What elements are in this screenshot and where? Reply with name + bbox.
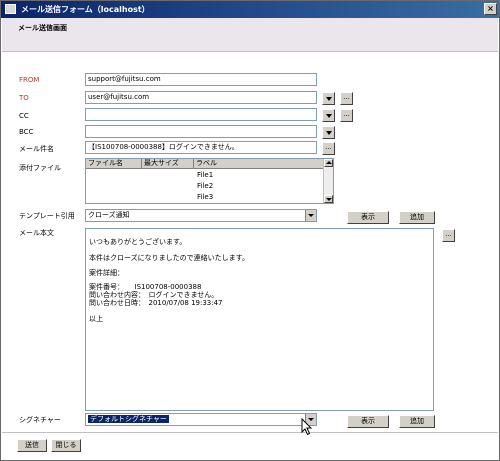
chevron-down-icon[interactable] <box>305 210 316 221</box>
body-line: 本件はクローズになりましたので連絡いたします。 <box>89 254 249 262</box>
attachment-row-label[interactable]: File1 <box>197 171 213 179</box>
template-select[interactable]: クローズ通知 <box>85 209 317 222</box>
window-title: メール送信フォーム（localhost） <box>21 5 150 14</box>
column-header-label[interactable]: ラベル <box>194 159 325 169</box>
signature-select[interactable]: デフォルトシグネチャー <box>85 413 317 426</box>
signature-label: シグネチャー <box>19 416 61 424</box>
attachments-label: 添付ファイル <box>19 164 61 172</box>
close-window-button[interactable]: × <box>484 3 497 15</box>
body-line: 問い合わせ日時： 2010/07/08 19:33:47 <box>89 299 223 307</box>
body-line: 以上 <box>89 315 103 323</box>
attachment-row-label[interactable]: File3 <box>197 193 213 201</box>
body-label: メール本文 <box>19 229 54 237</box>
subject-label: メール件名 <box>19 145 54 153</box>
send-button[interactable]: 送信 <box>17 439 47 452</box>
scroll-down-icon[interactable] <box>324 195 333 203</box>
bcc-label: BCC <box>19 128 34 136</box>
cc-more-button[interactable]: ... <box>340 109 353 122</box>
cc-dropdown-button[interactable] <box>322 109 335 122</box>
column-header-filename[interactable]: ファイル名 <box>86 159 142 169</box>
template-selected-value: クローズ通知 <box>88 211 130 219</box>
template-show-button[interactable]: 表示 <box>347 211 389 224</box>
cc-label: CC <box>19 112 29 120</box>
cc-input[interactable] <box>85 108 317 121</box>
signature-add-button[interactable]: 追加 <box>399 415 435 428</box>
template-label: テンプレート引用 <box>19 212 75 220</box>
title-bar: メール送信フォーム（localhost） × <box>1 1 499 18</box>
footer-divider <box>2 432 498 433</box>
app-icon <box>5 4 16 14</box>
scroll-up-icon[interactable] <box>324 159 333 167</box>
arrow-pointer-icon <box>301 418 313 436</box>
divider <box>2 51 498 52</box>
page-title: メール送信画面 <box>18 24 67 32</box>
attachments-scrollbar[interactable] <box>323 159 333 203</box>
to-input[interactable]: user@fujitsu.com <box>85 91 317 104</box>
mail-form-window: メール送信フォーム（localhost） × メール送信画面 FROM supp… <box>0 0 500 461</box>
bcc-input[interactable] <box>85 125 317 138</box>
bcc-dropdown-button[interactable] <box>322 126 335 139</box>
subject-more-button[interactable]: ... <box>322 142 335 155</box>
attachments-table: ファイル名 最大サイズ ラベル File1 File2 File3 <box>85 158 334 204</box>
signature-selected-value: デフォルトシグネチャー <box>88 415 169 423</box>
attachment-row-label[interactable]: File2 <box>197 182 213 190</box>
body-line: 案件詳細： <box>89 269 124 277</box>
body-textarea[interactable]: いつもありがとうございます。 本件はクローズになりましたので連絡いたします。 案… <box>85 228 434 411</box>
body-more-button[interactable]: ... <box>442 229 455 242</box>
subject-input[interactable]: 【IS100708-0000388】ログインできません。 <box>85 141 317 154</box>
from-input[interactable]: support@fujitsu.com <box>85 73 317 86</box>
from-label: FROM <box>19 76 40 84</box>
close-button[interactable]: 閉じる <box>51 439 81 452</box>
to-dropdown-button[interactable] <box>322 92 335 105</box>
to-more-button[interactable]: ... <box>340 92 353 105</box>
header-band: メール送信画面 <box>2 18 498 51</box>
template-add-button[interactable]: 追加 <box>399 211 435 224</box>
column-header-max-size[interactable]: 最大サイズ <box>142 159 194 169</box>
to-label: TO <box>19 94 29 102</box>
body-line: いつもありがとうございます。 <box>89 238 187 246</box>
signature-show-button[interactable]: 表示 <box>347 415 389 428</box>
